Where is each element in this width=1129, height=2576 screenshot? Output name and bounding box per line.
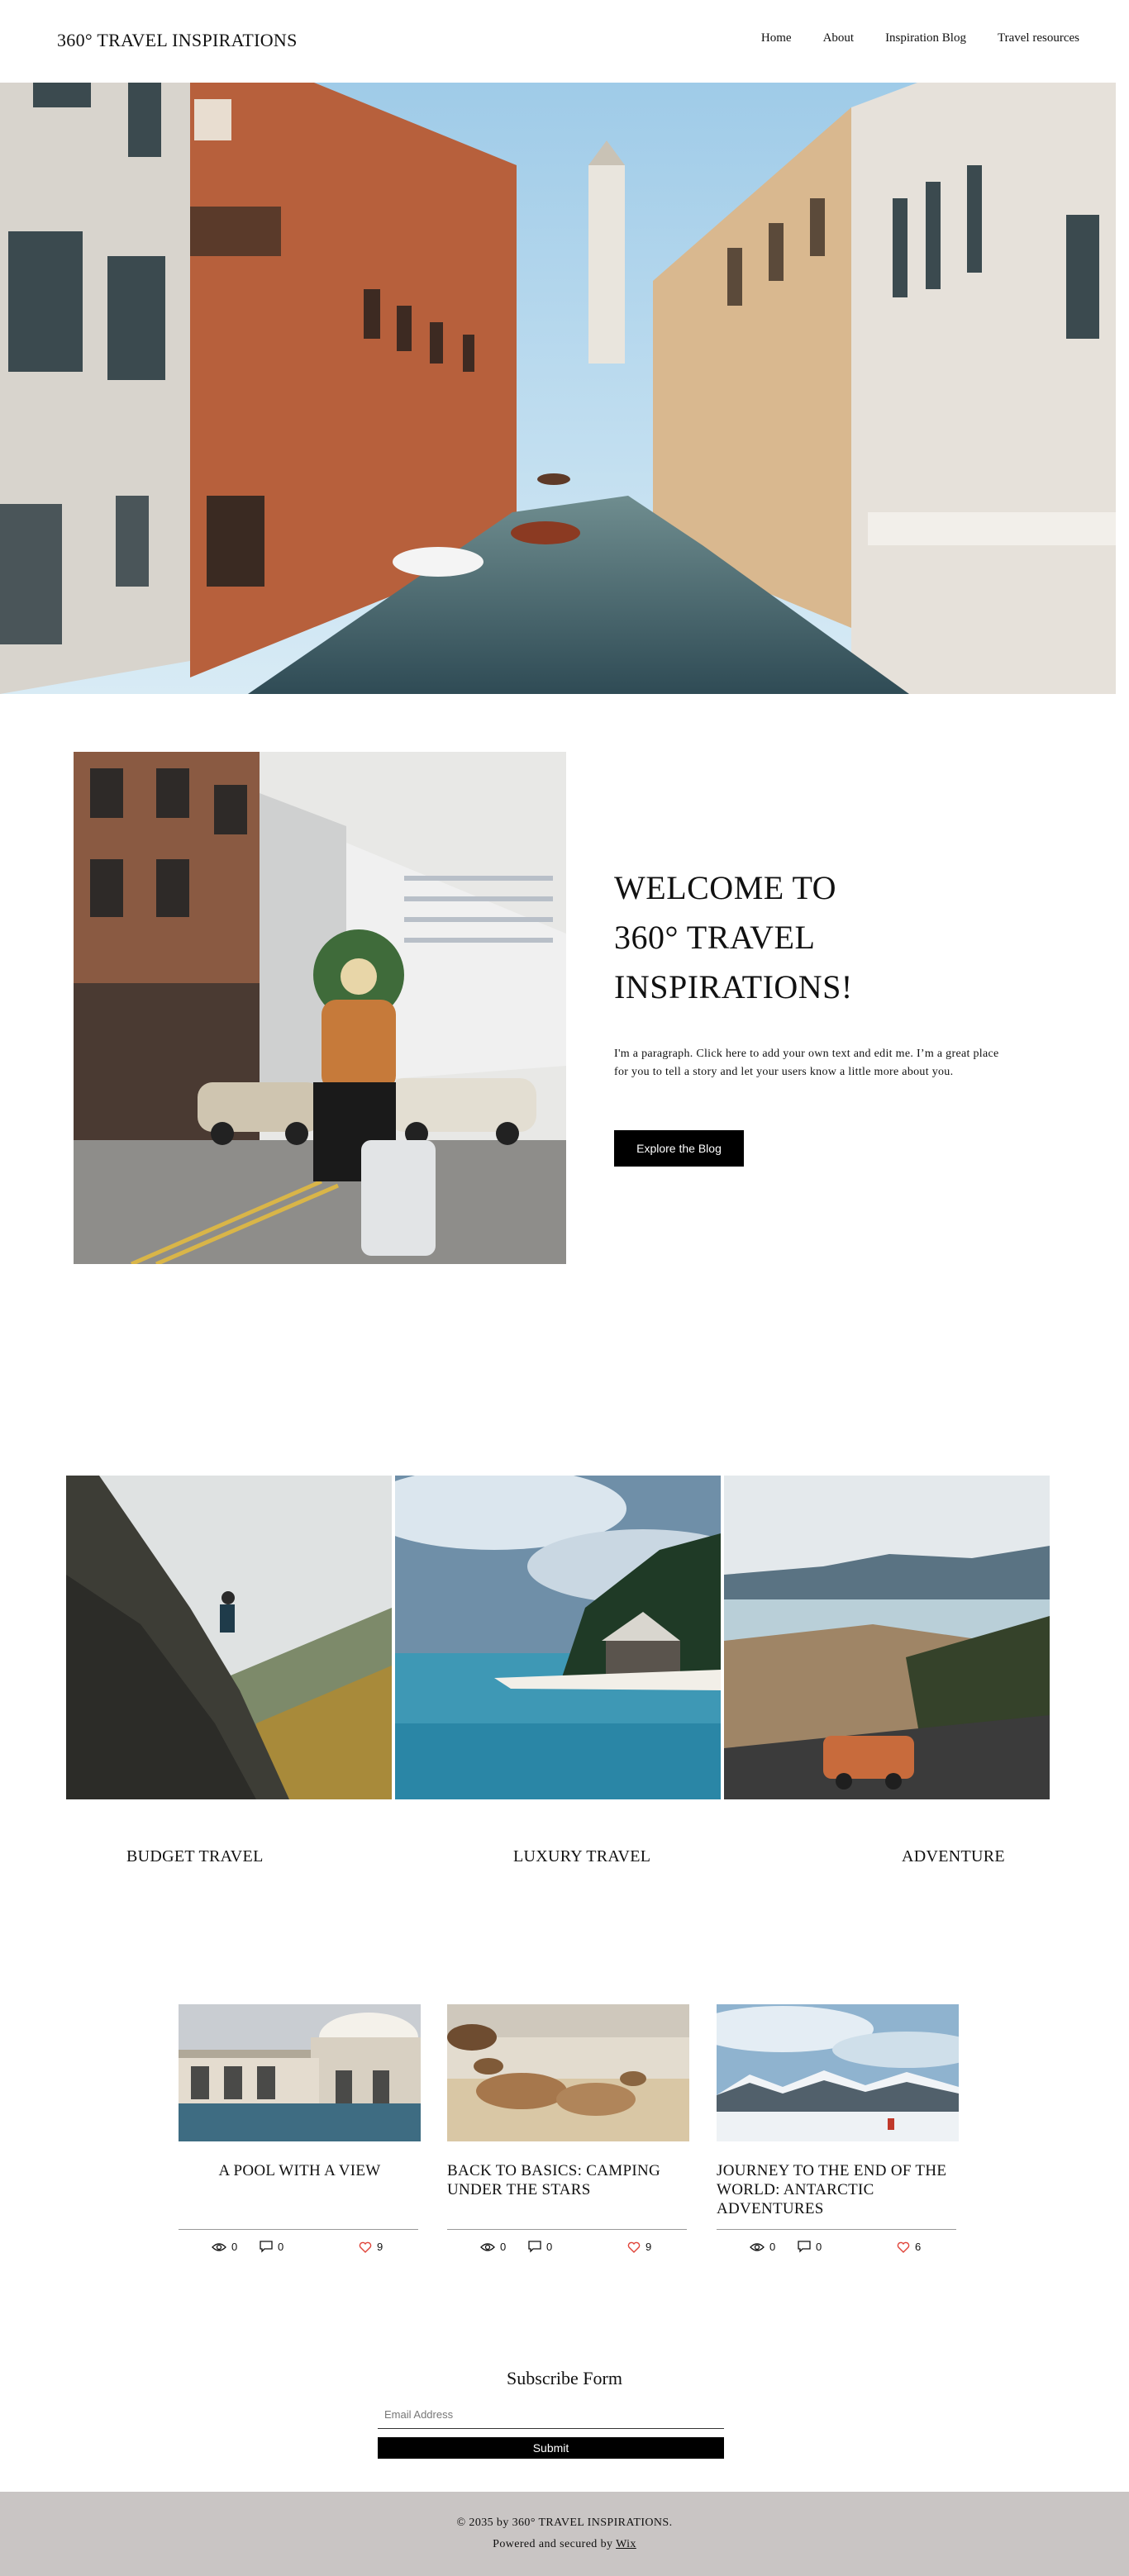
welcome-paragraph: I'm a paragraph. Click here to add your …	[614, 1048, 999, 1078]
heart-icon[interactable]	[627, 2241, 641, 2253]
explore-blog-button[interactable]: Explore the Blog	[614, 1130, 744, 1167]
post-thumbnail-camels[interactable]	[447, 2004, 689, 2141]
views-count: 0	[231, 2241, 238, 2253]
hero-image-venice-canal	[0, 83, 1116, 694]
submit-button[interactable]: Submit	[378, 2437, 724, 2459]
category-label-adventure[interactable]: ADVENTURE	[902, 1847, 1005, 1866]
wix-link[interactable]: Wix	[616, 2538, 636, 2550]
footer-powered-by: Powered and secured by Wix	[0, 2538, 1129, 2551]
main-nav: Home About Inspiration Blog Travel resou…	[730, 31, 1079, 45]
post-divider	[717, 2229, 956, 2230]
comment-icon	[260, 2241, 273, 2253]
comments-stat: 0	[528, 2241, 552, 2253]
category-image-budget-travel[interactable]	[66, 1476, 392, 1799]
comments-stat: 0	[260, 2241, 283, 2253]
views-stat: 0	[750, 2241, 775, 2253]
likes-stat[interactable]: 6	[897, 2241, 921, 2253]
blog-post-card[interactable]: JOURNEY TO THE END OF THE WORLD: ANTARCT…	[717, 2004, 959, 2253]
post-stats: 0 0 9	[447, 2241, 687, 2257]
category-image-adventure[interactable]	[724, 1476, 1050, 1799]
comments-stat: 0	[798, 2241, 822, 2253]
views-count: 0	[769, 2241, 776, 2253]
welcome-title-line-3: INSPIRATIONS!	[614, 968, 853, 1005]
post-stats: 0 0 6	[717, 2241, 956, 2257]
views-count: 0	[500, 2241, 507, 2253]
category-label-luxury-travel[interactable]: LUXURY TRAVEL	[513, 1847, 650, 1866]
site-footer: © 2035 by 360° TRAVEL INSPIRATIONS. Powe…	[0, 2492, 1129, 2576]
likes-count: 9	[377, 2241, 383, 2253]
welcome-title-line-2: 360° TRAVEL	[614, 919, 816, 956]
post-stats: 0 0 9	[179, 2241, 418, 2257]
post-title[interactable]: JOURNEY TO THE END OF THE WORLD: ANTARCT…	[717, 2161, 959, 2218]
eye-icon	[750, 2242, 765, 2251]
site-header: 360° TRAVEL INSPIRATIONS Home About Insp…	[0, 0, 1129, 83]
nav-about[interactable]: About	[823, 31, 855, 45]
eye-icon	[212, 2242, 226, 2251]
category-image-luxury-travel[interactable]	[395, 1476, 721, 1799]
likes-count: 6	[915, 2241, 922, 2253]
views-stat: 0	[212, 2241, 237, 2253]
footer-powered-text: Powered and secured by	[493, 2538, 613, 2550]
post-divider	[447, 2229, 687, 2230]
nav-home[interactable]: Home	[761, 31, 792, 45]
post-divider	[179, 2229, 418, 2230]
comment-icon	[528, 2241, 541, 2253]
post-title[interactable]: A POOL WITH A VIEW	[179, 2161, 421, 2180]
subscribe-form-title: Subscribe Form	[507, 2368, 622, 2388]
welcome-title-line-1: WELCOME TO	[614, 869, 837, 906]
post-thumbnail-pool[interactable]	[179, 2004, 421, 2141]
welcome-title: WELCOME TO 360° TRAVEL INSPIRATIONS!	[614, 863, 1011, 1012]
views-stat: 0	[480, 2241, 506, 2253]
blog-post-card[interactable]: A POOL WITH A VIEW 0 0 9	[179, 2004, 421, 2253]
comments-count: 0	[816, 2241, 822, 2253]
heart-icon[interactable]	[359, 2241, 372, 2253]
email-address-input[interactable]	[378, 2401, 724, 2429]
eye-icon	[480, 2242, 495, 2251]
site-logo[interactable]: 360° TRAVEL INSPIRATIONS	[57, 30, 298, 51]
post-title[interactable]: BACK TO BASICS: CAMPING UNDER THE STARS	[447, 2161, 689, 2199]
comments-count: 0	[546, 2241, 553, 2253]
heart-icon[interactable]	[897, 2241, 910, 2253]
likes-stat[interactable]: 9	[359, 2241, 383, 2253]
likes-stat[interactable]: 9	[627, 2241, 651, 2253]
comment-icon	[798, 2241, 811, 2253]
category-label-budget-travel[interactable]: BUDGET TRAVEL	[126, 1847, 264, 1866]
likes-count: 9	[645, 2241, 652, 2253]
nav-inspiration-blog[interactable]: Inspiration Blog	[885, 31, 966, 45]
comments-count: 0	[278, 2241, 284, 2253]
footer-copyright: © 2035 by 360° TRAVEL INSPIRATIONS.	[456, 2517, 673, 2529]
nav-travel-resources[interactable]: Travel resources	[998, 31, 1079, 45]
blog-post-card[interactable]: BACK TO BASICS: CAMPING UNDER THE STARS …	[447, 2004, 689, 2253]
post-thumbnail-antarctica[interactable]	[717, 2004, 959, 2141]
welcome-image-traveler-with-suitcase	[74, 752, 566, 1264]
